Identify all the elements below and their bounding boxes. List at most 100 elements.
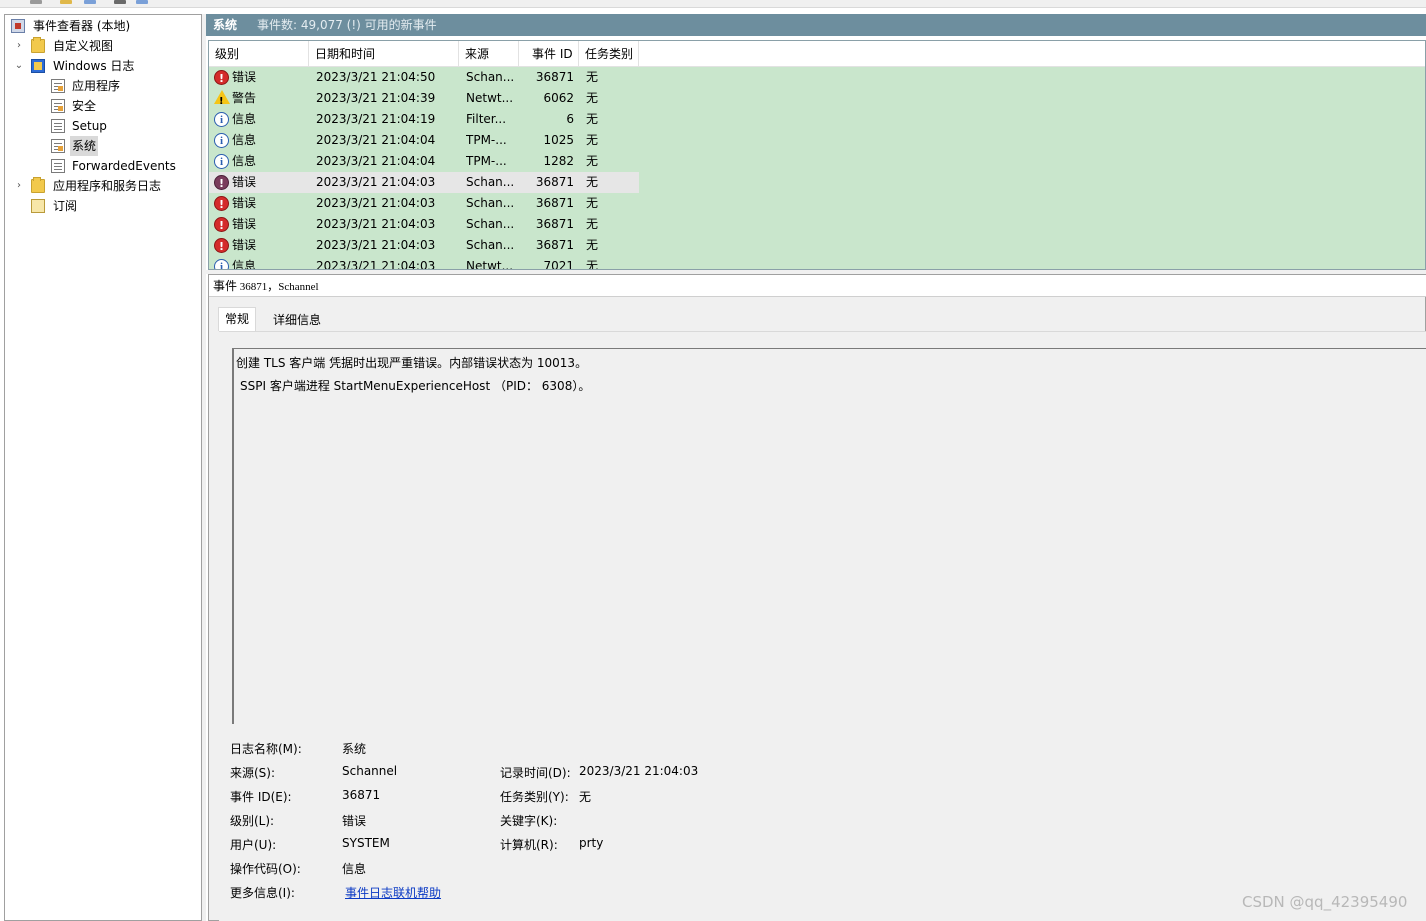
tree-item-label: 应用程序和服务日志: [53, 179, 162, 193]
opcode-label: 操作代码(O):: [230, 862, 301, 876]
cell-level: 错误: [232, 175, 257, 189]
folder-icon: [31, 37, 45, 53]
error-icon: [214, 194, 229, 215]
log-header-bar: 系统 事件数: 49,077 (!) 可用的新事件: [206, 14, 1426, 36]
chevron-right-icon[interactable]: ›: [13, 176, 25, 196]
column-header-event-id[interactable]: 事件 ID: [519, 41, 579, 67]
user-label: 用户(U):: [230, 838, 277, 852]
tree-item-label: 安全: [72, 99, 97, 113]
cell-datetime: 2023/3/21 21:04:50: [316, 70, 436, 84]
cell-task-category: 无: [586, 175, 599, 189]
event-count: 事件数: 49,077 (!) 可用的新事件: [257, 18, 437, 32]
detail-title: 事件 36871，Schannel: [209, 275, 1426, 297]
cell-level: 信息: [232, 259, 257, 270]
warning-icon: [214, 90, 230, 112]
folder-icon[interactable]: [60, 0, 72, 4]
cell-task-category: 无: [586, 259, 599, 270]
event-description[interactable]: 创建 TLS 客户端 凭据时出现严重错误。内部错误状态为 10013。 SSPI…: [232, 348, 1426, 724]
log-name-label: 日志名称(M):: [230, 742, 302, 756]
source-label: 来源(S):: [230, 766, 276, 780]
event-row[interactable]: 信息 2023/3/21 21:04:19 Filter... 6无: [209, 109, 1425, 131]
chevron-right-icon[interactable]: ›: [13, 36, 25, 56]
column-header-level[interactable]: 级别: [209, 41, 309, 67]
tree-item-label: ForwardedEvents: [72, 159, 176, 173]
computer-value: prty: [579, 836, 604, 850]
tree-item-label: 事件查看器 (本地): [33, 19, 131, 33]
event-row[interactable]: 错误 2023/3/21 21:04:50 Schan... 36871 无: [209, 67, 1425, 89]
cell-event-id: 7021: [543, 259, 574, 270]
properties-icon[interactable]: [84, 0, 96, 4]
cell-level: 警告: [232, 91, 257, 105]
cell-datetime: 2023/3/21 21:04:19: [316, 112, 436, 126]
event-list[interactable]: 级别 日期和时间 来源 事件 ID 任务类别 错误 2023/3/21 21:04…: [208, 40, 1426, 270]
event-row[interactable]: 错误 2023/3/21 21:04:03 Schan... 36871 无: [209, 214, 1425, 236]
cell-level: 信息: [232, 112, 257, 126]
cell-event-id: 36871: [535, 70, 574, 84]
description-line: 创建 TLS 客户端 凭据时出现严重错误。内部错误状态为 10013。: [236, 356, 588, 370]
info-icon: [214, 257, 229, 269]
cell-task-category: 无: [586, 91, 599, 105]
column-header-datetime[interactable]: 日期和时间: [309, 41, 459, 67]
vertical-splitter[interactable]: [202, 14, 206, 921]
help-icon[interactable]: [114, 0, 126, 4]
cell-datetime: 2023/3/21 21:04:39: [316, 91, 436, 105]
info-icon: [214, 110, 229, 131]
cell-level: 信息: [232, 154, 257, 168]
cell-event-id: 1282: [543, 154, 574, 168]
event-detail-pane: 事件 36871，Schannel 常规 详细信息 创建 TLS 客户端 凭据时…: [208, 274, 1426, 921]
opcode-value: 信息: [342, 862, 367, 876]
tab-general[interactable]: 常规: [218, 307, 257, 331]
event-row[interactable]: 信息 2023/3/21 21:04:04 TPM-... 1282 无: [209, 151, 1425, 173]
cell-event-id: 36871: [535, 238, 574, 252]
column-header-task-category[interactable]: 任务类别: [579, 41, 639, 67]
event-id-label: 事件 ID(E):: [230, 790, 292, 804]
log-icon: [51, 79, 65, 93]
cell-source: Netwt...: [466, 91, 514, 105]
error-icon: [214, 215, 229, 236]
log-icon: [51, 159, 65, 173]
windows-logs-icon: [31, 59, 45, 73]
more-info-label: 更多信息(I):: [230, 886, 295, 900]
logged-value: 2023/3/21 21:04:03: [579, 764, 699, 778]
cell-source: Schan...: [466, 196, 515, 210]
event-row[interactable]: 错误 2023/3/21 21:04:03 Schan... 36871 无: [209, 172, 1425, 194]
cell-task-category: 无: [586, 112, 599, 126]
event-viewer-icon: [11, 19, 25, 33]
tab-details[interactable]: 详细信息: [267, 309, 328, 333]
level-label: 级别(L):: [230, 814, 275, 828]
event-id-value: 36871: [342, 788, 381, 802]
column-header-source[interactable]: 来源: [459, 41, 519, 67]
cell-event-id: 6062: [543, 91, 574, 105]
cell-event-id: 36871: [535, 196, 574, 210]
detail-title-rest: 36871，Schannel: [237, 281, 319, 293]
event-row[interactable]: 错误 2023/3/21 21:04:03 Schan... 36871 无: [209, 235, 1425, 257]
cell-level: 错误: [232, 217, 257, 231]
cell-event-id: 1025: [543, 133, 574, 147]
error-icon: [214, 173, 229, 194]
info-icon: [214, 131, 229, 152]
event-row[interactable]: 信息 2023/3/21 21:04:04 TPM-... 1025 无: [209, 130, 1425, 152]
view-icon[interactable]: [136, 0, 148, 4]
log-title: 系统: [213, 18, 238, 32]
event-row[interactable]: 信息 2023/3/21 21:04:03 Netwt... 7021 无: [209, 256, 1425, 270]
keywords-label: 关键字(K):: [500, 814, 558, 828]
event-row[interactable]: 警告 2023/3/21 21:04:39 Netwt... 6062 无: [209, 88, 1425, 112]
cell-source: Schan...: [466, 238, 515, 252]
chevron-down-icon[interactable]: ⌄: [13, 56, 25, 76]
cell-task-category: 无: [586, 70, 599, 84]
online-help-link[interactable]: 事件日志联机帮助: [345, 884, 441, 901]
cell-datetime: 2023/3/21 21:04:04: [316, 133, 436, 147]
cell-source: Schan...: [466, 217, 515, 231]
back-icon[interactable]: [30, 0, 42, 4]
tree-item-label: 系统: [70, 136, 99, 156]
cell-event-id: 36871: [535, 175, 574, 189]
cell-source: Schan...: [466, 175, 515, 189]
subscription-icon: [31, 199, 45, 213]
cell-source: TPM-...: [466, 154, 507, 168]
level-value: 错误: [342, 814, 367, 828]
info-icon: [214, 152, 229, 173]
task-category-label: 任务类别(Y):: [500, 790, 569, 804]
error-icon: [214, 236, 229, 257]
detail-title-prefix: 事件: [213, 279, 238, 293]
event-row[interactable]: 错误 2023/3/21 21:04:03 Schan... 36871 无: [209, 193, 1425, 215]
